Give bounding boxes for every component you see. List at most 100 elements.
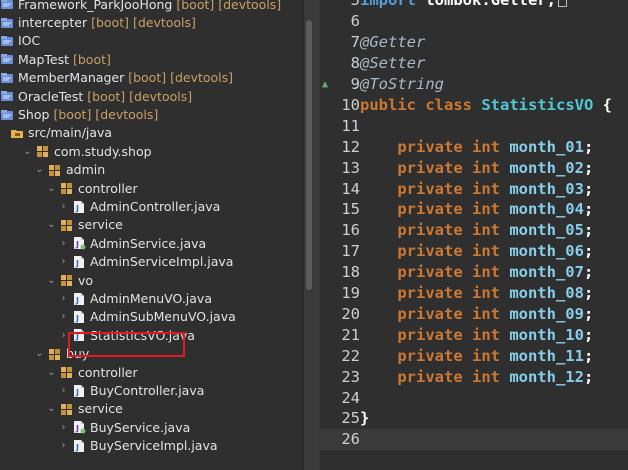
code-token: lombok.Getter; <box>425 0 556 10</box>
code-token: class <box>425 95 482 114</box>
tree-item-label: AdminController.java <box>90 199 221 215</box>
code-text: private int month_12; <box>360 368 593 386</box>
code-line-26[interactable]: 26 <box>320 428 628 450</box>
svg-text:J: J <box>75 204 79 213</box>
tree-item-membermanager[interactable]: MemberManager [boot] [devtools] <box>0 69 302 87</box>
project-tag: [boot] [devtools] <box>176 0 282 12</box>
chevron-down-icon[interactable]: ⌄ <box>34 164 45 175</box>
tree-item-controller[interactable]: ⌄ controller <box>0 363 302 381</box>
code-line-17[interactable]: 17 private int month_06; <box>320 241 628 262</box>
chevron-right-icon[interactable]: › <box>58 385 69 396</box>
tree-item-buyservice-java[interactable]: › J BuyService.java <box>0 418 302 436</box>
tree-item-label: admin <box>66 162 106 178</box>
chevron-right-icon[interactable]: › <box>58 422 69 433</box>
tree-item-adminservice-java[interactable]: › J AdminService.java <box>0 234 302 252</box>
code-line-25[interactable]: 25} <box>320 408 628 429</box>
tree-item-intercepter[interactable]: intercepter [boot] [devtools] <box>0 13 302 31</box>
explorer-scrollbar[interactable] <box>304 0 314 470</box>
code-line-6[interactable]: 6 <box>320 11 628 32</box>
code-line-21[interactable]: 21 private int month_10; <box>320 324 628 345</box>
code-token: int <box>471 221 510 240</box>
chevron-down-icon[interactable]: ⌄ <box>22 146 33 157</box>
tree-item-adminmenuvo-java[interactable]: › J AdminMenuVO.java <box>0 289 302 307</box>
chevron-right-icon[interactable]: › <box>58 256 69 267</box>
code-line-20[interactable]: 20 private int month_09; <box>320 304 628 325</box>
code-line-5[interactable]: 5 import lombok.Getter; <box>320 0 628 11</box>
svg-text:J: J <box>75 259 79 268</box>
code-line-9[interactable]: ▲ 9 @ToString <box>320 74 628 95</box>
code-token: ; <box>583 346 594 365</box>
tree-item-src-main-java[interactable]: src/main/java <box>0 124 302 142</box>
code-line-19[interactable]: 19 private int month_08; <box>320 283 628 304</box>
chevron-right-icon[interactable]: › <box>58 201 69 212</box>
line-number: 25 <box>341 409 360 428</box>
tree-item-adminserviceimpl-java[interactable]: › J AdminServiceImpl.java <box>0 253 302 271</box>
line-number: 6 <box>350 12 360 31</box>
chevron-right-icon[interactable]: › <box>58 330 69 341</box>
code-line-12[interactable]: 12 private int month_01; <box>320 136 628 157</box>
code-token: int <box>471 304 510 323</box>
code-line-7[interactable]: 7 @Getter <box>320 32 628 53</box>
tree-item-statisticsvo-java[interactable]: › J StatisticsVO.java <box>0 326 302 344</box>
line-number: 7 <box>350 33 360 52</box>
code-token: ; <box>583 179 594 198</box>
tree-item-framework-parkjoohong[interactable]: Framework_ParkJooHong [boot] [devtools] <box>0 0 302 13</box>
tree-item-shop[interactable]: Shop [boot] [devtools] <box>0 105 302 123</box>
code-token: private <box>360 137 472 156</box>
code-token: private <box>360 242 472 261</box>
code-token: ; <box>583 221 594 240</box>
tree-item-admin[interactable]: ⌄ admin <box>0 161 302 179</box>
package-icon <box>60 181 74 195</box>
tree-item-vo[interactable]: ⌄ vo <box>0 271 302 289</box>
tree-item-maptest[interactable]: MapTest [boot] <box>0 50 302 68</box>
tree-item-com-study-shop[interactable]: ⌄ com.study.shop <box>0 142 302 160</box>
code-line-14[interactable]: 14 private int month_03; <box>320 178 628 199</box>
code-text: private int month_05; <box>360 221 593 239</box>
chevron-down-icon[interactable]: ⌄ <box>34 348 45 359</box>
chevron-right-icon[interactable]: › <box>58 238 69 249</box>
chevron-right-icon[interactable]: › <box>58 440 69 451</box>
tree-item-service[interactable]: ⌄ service <box>0 216 302 234</box>
tree-item-ioc[interactable]: IOC <box>0 32 302 50</box>
tree-item-label: AdminSubMenuVO.java <box>90 309 236 325</box>
code-line-23[interactable]: 23 private int month_12; <box>320 366 628 387</box>
code-token: month_09 <box>509 304 584 323</box>
tree-item-label: OracleTest <box>18 88 84 104</box>
tree-item-buy[interactable]: ⌄ buy <box>0 345 302 363</box>
chevron-down-icon[interactable]: ⌄ <box>46 183 57 194</box>
code-line-15[interactable]: 15 private int month_04; <box>320 199 628 220</box>
code-line-22[interactable]: 22 private int month_11; <box>320 345 628 366</box>
tree-item-service[interactable]: ⌄ service <box>0 400 302 418</box>
code-line-18[interactable]: 18 private int month_07; <box>320 262 628 283</box>
code-token: int <box>471 325 510 344</box>
chevron-right-icon[interactable]: › <box>58 293 69 304</box>
tree-item-adminsubmenuvo-java[interactable]: › J AdminSubMenuVO.java <box>0 308 302 326</box>
java-file-icon: J <box>72 384 86 398</box>
code-editor[interactable]: 5 import lombok.Getter; 6 7 @Getter 8 @Setter ▲… <box>320 0 628 470</box>
tree-item-admincontroller-java[interactable]: › J AdminController.java <box>0 197 302 215</box>
tree-item-buycontroller-java[interactable]: › J BuyController.java <box>0 381 302 399</box>
chevron-down-icon[interactable]: ⌄ <box>46 275 57 286</box>
code-token: private <box>360 367 472 386</box>
code-line-16[interactable]: 16 private int month_05; <box>320 220 628 241</box>
tree-item-controller[interactable]: ⌄ controller <box>0 179 302 197</box>
code-line-10[interactable]: 10 public class StatisticsVO { <box>320 95 628 116</box>
code-line-24[interactable]: 24 <box>320 387 628 408</box>
code-line-11[interactable]: 11 <box>320 115 628 136</box>
explorer-scrollbar-thumb[interactable] <box>306 20 312 290</box>
package-icon <box>60 218 74 232</box>
code-token: int <box>471 242 510 261</box>
code-token: @ToString <box>360 75 444 94</box>
code-line-8[interactable]: 8 @Setter <box>320 53 628 74</box>
tree-item-buyserviceimpl-java[interactable]: › J BuyServiceImpl.java <box>0 437 302 455</box>
code-token: month_07 <box>509 263 584 282</box>
code-text: } <box>360 409 369 427</box>
chevron-down-icon[interactable]: ⌄ <box>46 219 57 230</box>
chevron-down-icon[interactable]: ⌄ <box>46 367 57 378</box>
svg-text:J: J <box>75 424 79 433</box>
line-number: 9 <box>350 75 360 94</box>
chevron-down-icon[interactable]: ⌄ <box>46 403 57 414</box>
chevron-right-icon[interactable]: › <box>58 311 69 322</box>
code-line-13[interactable]: 13 private int month_02; <box>320 157 628 178</box>
tree-item-oracletest[interactable]: OracleTest [boot] [devtools] <box>0 87 302 105</box>
